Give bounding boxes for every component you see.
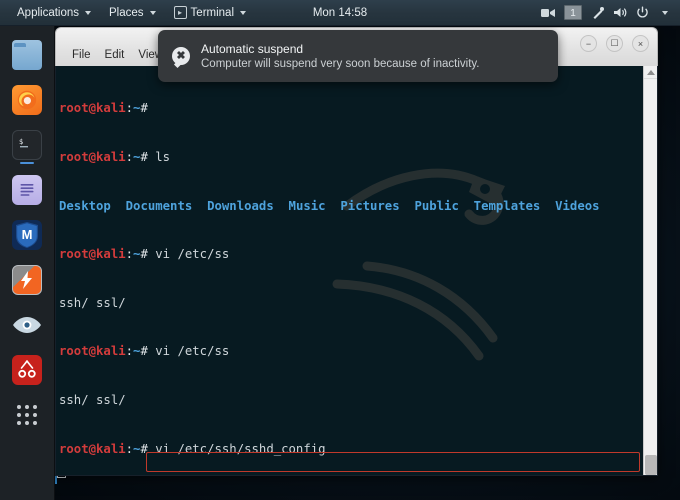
menu-applications[interactable]: Applications <box>8 0 100 26</box>
dock-item-text-editor[interactable] <box>12 175 42 205</box>
panel-status-area: 1 <box>538 3 680 23</box>
terminal-line: root@kali:~# ls <box>59 150 171 164</box>
workspace-indicator[interactable]: 1 <box>564 5 582 20</box>
screencast-icon[interactable] <box>538 3 558 23</box>
terminal-icon: ▸ <box>173 6 187 19</box>
running-indicator <box>20 162 34 164</box>
favorites-dock: $ M <box>0 26 55 500</box>
terminal-line: ssh/ ssl/ <box>59 295 126 310</box>
folder-icon <box>14 43 26 47</box>
scrollbar-thumb[interactable] <box>645 455 657 475</box>
dock-item-terminal[interactable]: $ <box>12 130 42 164</box>
notification-title: Automatic suspend <box>201 42 304 56</box>
svg-text:$: $ <box>19 138 23 146</box>
top-panel: Applications Places ▸ Terminal Mon 14:58… <box>0 0 680 26</box>
maximize-button[interactable]: ☐ <box>606 35 623 52</box>
grid-dots-icon <box>17 405 37 425</box>
terminal-scrollbar[interactable] <box>643 66 657 475</box>
menu-edit[interactable]: Edit <box>98 47 132 63</box>
terminal-line: root@kali:~# vi /etc/ssh/sshd_config <box>59 441 326 456</box>
power-icon[interactable] <box>632 3 652 23</box>
minimize-button[interactable]: − <box>580 35 597 52</box>
menu-terminal-label: Terminal <box>190 6 235 19</box>
terminal-line: ssh/ ssl/ <box>59 392 126 407</box>
svg-text:M: M <box>22 227 33 242</box>
window-controls: − ☐ × <box>580 35 649 52</box>
system-menu-chevron-down-icon[interactable] <box>654 3 674 23</box>
terminal-window: File Edit View − ☐ × root@kali:~# root@k… <box>55 27 658 476</box>
terminal-line: root@kali:~# vi /etc/ss <box>59 344 230 359</box>
menu-terminal-window[interactable]: ▸ Terminal <box>165 0 255 26</box>
terminal-prompt-icon: $ <box>19 138 28 148</box>
menu-places-label: Places <box>109 6 144 19</box>
dock-item-show-applications[interactable] <box>12 400 42 430</box>
volume-icon[interactable] <box>610 3 630 23</box>
dock-item-files[interactable] <box>12 40 42 70</box>
wireshark-eye-icon <box>13 317 41 333</box>
dock-item-firefox[interactable] <box>12 85 42 115</box>
notification-body: Computer will suspend very soon because … <box>201 58 480 70</box>
metasploit-shield-icon: M <box>16 222 38 248</box>
menu-places[interactable]: Places <box>100 0 165 26</box>
power-suspend-icon: ✖ <box>172 47 190 65</box>
window-menubar: File Edit View <box>56 47 170 66</box>
dock-item-burpsuite[interactable] <box>12 265 42 295</box>
network-icon[interactable] <box>588 3 608 23</box>
dock-item-beef[interactable] <box>12 355 42 385</box>
document-lines-icon <box>20 184 34 196</box>
close-button[interactable]: × <box>632 35 649 52</box>
chevron-down-icon <box>85 10 92 15</box>
chevron-down-icon <box>240 10 247 15</box>
terminal-line: Desktop Documents Downloads Music Pictur… <box>59 198 600 213</box>
chevron-down-icon <box>149 10 156 15</box>
menu-applications-label: Applications <box>17 6 80 19</box>
terminal-content-area[interactable]: root@kali:~# root@kali:~# ls Desktop Doc… <box>55 66 658 476</box>
terminal-line: root@kali:~# vi /etc/ss <box>59 247 230 262</box>
terminal-line: root@kali:~# <box>59 101 156 116</box>
menu-file[interactable]: File <box>65 47 98 63</box>
notification-popup[interactable]: ✖ Automatic suspend Computer will suspen… <box>158 30 558 82</box>
notification-text: Automatic suspend Computer will suspend … <box>201 42 479 70</box>
terminal-text-output: root@kali:~# root@kali:~# ls Desktop Doc… <box>59 68 643 475</box>
beef-cherries-icon <box>18 360 36 378</box>
scroll-up-arrow-icon[interactable] <box>644 66 657 79</box>
dock-item-metasploit[interactable]: M <box>12 220 42 250</box>
dock-item-wireshark[interactable] <box>12 310 42 340</box>
firefox-icon <box>17 90 37 110</box>
burpsuite-bolt-icon <box>21 271 32 289</box>
